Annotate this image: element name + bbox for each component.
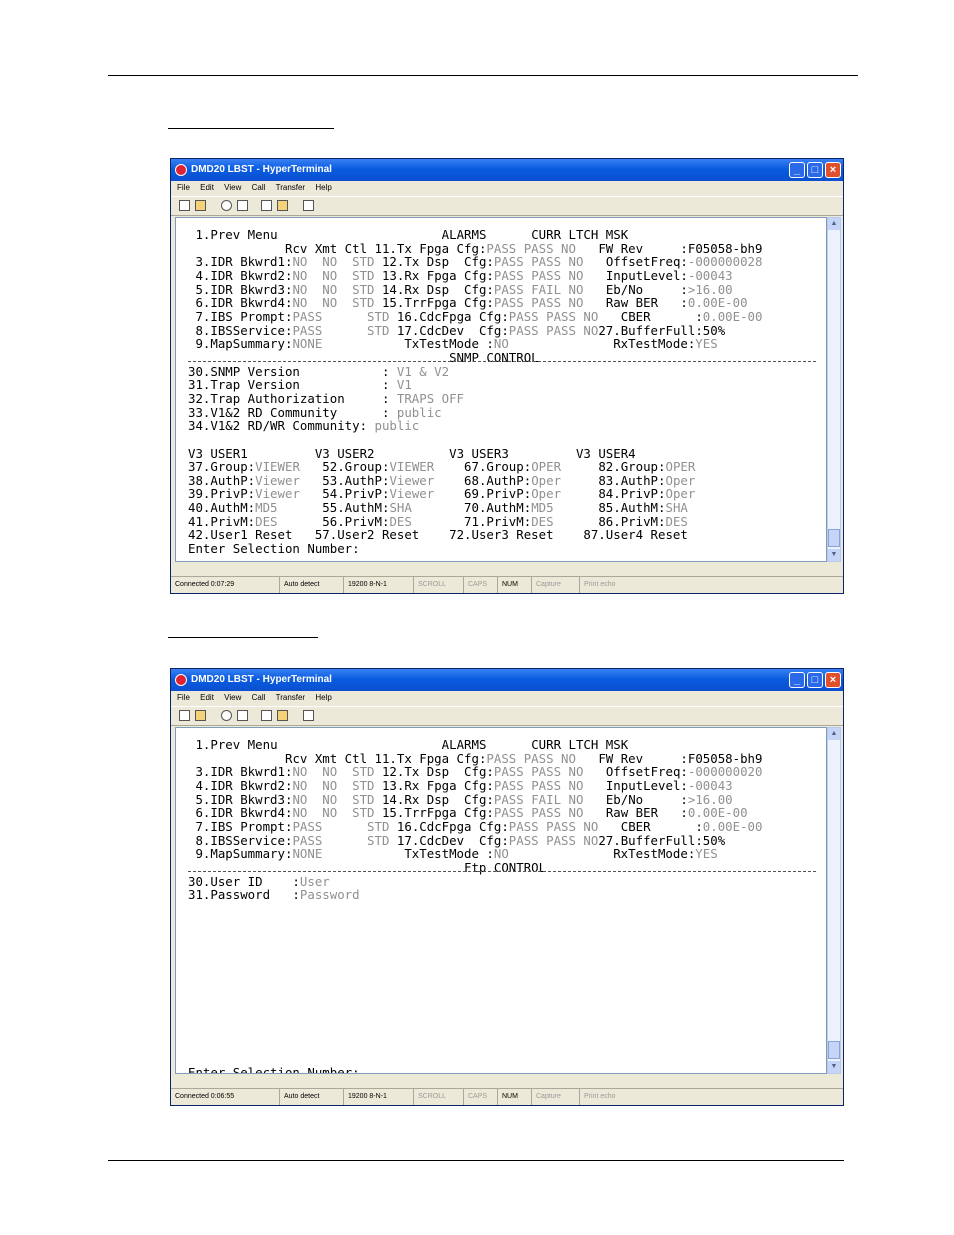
hyperterminal-window-ftp: DMD20 LBST - HyperTerminal _ □ × File Ed… xyxy=(170,668,844,1106)
status-scroll: SCROLL xyxy=(413,577,446,593)
menu-edit[interactable]: Edit xyxy=(200,181,214,195)
vertical-scrollbar[interactable]: ▲ ▼ xyxy=(827,727,841,1074)
menu-call[interactable]: Call xyxy=(252,691,266,705)
menu-help[interactable]: Help xyxy=(315,181,331,195)
toolbar xyxy=(171,706,843,726)
status-print-echo: Print echo xyxy=(579,1089,616,1105)
hyperterminal-window-snmp: DMD20 LBST - HyperTerminal _ □ × File Ed… xyxy=(170,158,844,594)
terminal-screen[interactable]: 1.Prev Menu ALARMS CURR LTCH MSK Rcv Xmt… xyxy=(175,727,827,1074)
close-button[interactable]: × xyxy=(825,162,841,178)
scroll-down-arrow-icon[interactable]: ▼ xyxy=(828,549,840,561)
snmp-section-title: SNMP CONTROL xyxy=(449,349,539,365)
caption-underline-1 xyxy=(168,128,334,129)
menu-bar: File Edit View Call Transfer Help xyxy=(171,691,843,705)
disconnect-icon[interactable] xyxy=(237,710,248,721)
terminal-text: 1.Prev Menu ALARMS CURR LTCH MSK Rcv Xmt… xyxy=(188,227,763,557)
minimize-button[interactable]: _ xyxy=(789,162,805,178)
maximize-button[interactable]: □ xyxy=(807,162,823,178)
menu-view[interactable]: View xyxy=(224,181,241,195)
connect-icon[interactable] xyxy=(221,710,232,721)
open-icon[interactable] xyxy=(195,710,206,721)
window-title: DMD20 LBST - HyperTerminal xyxy=(191,164,332,175)
connect-icon[interactable] xyxy=(221,200,232,211)
status-bar: Connected 0:07:29 Auto detect 19200 8-N-… xyxy=(171,576,843,593)
window-title: DMD20 LBST - HyperTerminal xyxy=(191,674,332,685)
status-capture: Capture xyxy=(531,1089,561,1105)
send-icon[interactable] xyxy=(261,200,272,211)
caption-underline-2 xyxy=(168,637,318,638)
receive-icon[interactable] xyxy=(277,200,288,211)
scroll-up-arrow-icon[interactable]: ▲ xyxy=(828,218,840,230)
terminal-text: 1.Prev Menu ALARMS CURR LTCH MSK Rcv Xmt… xyxy=(188,738,762,1074)
status-bar: Connected 0:06:55 Auto detect 19200 8-N-… xyxy=(171,1088,843,1105)
title-bar: DMD20 LBST - HyperTerminal _ □ × xyxy=(171,669,843,691)
vertical-scrollbar[interactable]: ▲ ▼ xyxy=(827,217,841,562)
status-connected: Connected 0:06:55 xyxy=(175,1093,235,1100)
status-baud: 19200 8-N-1 xyxy=(343,577,387,593)
menu-transfer[interactable]: Transfer xyxy=(276,691,306,705)
menu-transfer[interactable]: Transfer xyxy=(276,181,306,195)
close-button[interactable]: × xyxy=(825,672,841,688)
menu-help[interactable]: Help xyxy=(315,691,331,705)
status-capture: Capture xyxy=(531,577,561,593)
open-icon[interactable] xyxy=(195,200,206,211)
hyperterminal-icon xyxy=(175,674,187,686)
snmp-divider xyxy=(188,361,816,362)
status-scroll: SCROLL xyxy=(413,1089,446,1105)
page-footer-rule xyxy=(108,1160,844,1161)
properties-icon[interactable] xyxy=(303,710,314,721)
receive-icon[interactable] xyxy=(277,710,288,721)
disconnect-icon[interactable] xyxy=(237,200,248,211)
status-caps: CAPS xyxy=(463,577,487,593)
page-header-rule xyxy=(108,75,858,76)
menu-view[interactable]: View xyxy=(224,691,241,705)
status-num: NUM xyxy=(497,577,518,593)
status-caps: CAPS xyxy=(463,1089,487,1105)
scroll-down-arrow-icon[interactable]: ▼ xyxy=(828,1061,840,1073)
menu-file[interactable]: File xyxy=(177,691,190,705)
status-detect: Auto detect xyxy=(279,1089,319,1105)
menu-call[interactable]: Call xyxy=(252,181,266,195)
status-print-echo: Print echo xyxy=(579,577,616,593)
status-connected: Connected 0:07:29 xyxy=(175,581,235,588)
status-baud: 19200 8-N-1 xyxy=(343,1089,387,1105)
maximize-button[interactable]: □ xyxy=(807,672,823,688)
menu-edit[interactable]: Edit xyxy=(200,691,214,705)
toolbar xyxy=(171,196,843,216)
hyperterminal-icon xyxy=(175,164,187,176)
properties-icon[interactable] xyxy=(303,200,314,211)
new-connection-icon[interactable] xyxy=(179,200,190,211)
menu-file[interactable]: File xyxy=(177,181,190,195)
scroll-thumb[interactable] xyxy=(828,1041,840,1059)
minimize-button[interactable]: _ xyxy=(789,672,805,688)
scroll-up-arrow-icon[interactable]: ▲ xyxy=(828,728,840,740)
ftp-section-title: Ftp CONTROL xyxy=(464,859,547,875)
send-icon[interactable] xyxy=(261,710,272,721)
scroll-thumb[interactable] xyxy=(828,529,840,547)
status-detect: Auto detect xyxy=(279,577,319,593)
menu-bar: File Edit View Call Transfer Help xyxy=(171,181,843,195)
ftp-divider xyxy=(188,871,816,872)
selection-prompt: Enter Selection Number: xyxy=(188,1064,360,1074)
title-bar: DMD20 LBST - HyperTerminal _ □ × xyxy=(171,159,843,181)
new-connection-icon[interactable] xyxy=(179,710,190,721)
terminal-screen[interactable]: 1.Prev Menu ALARMS CURR LTCH MSK Rcv Xmt… xyxy=(175,217,827,562)
status-num: NUM xyxy=(497,1089,518,1105)
selection-prompt: Enter Selection Number: xyxy=(188,541,360,557)
